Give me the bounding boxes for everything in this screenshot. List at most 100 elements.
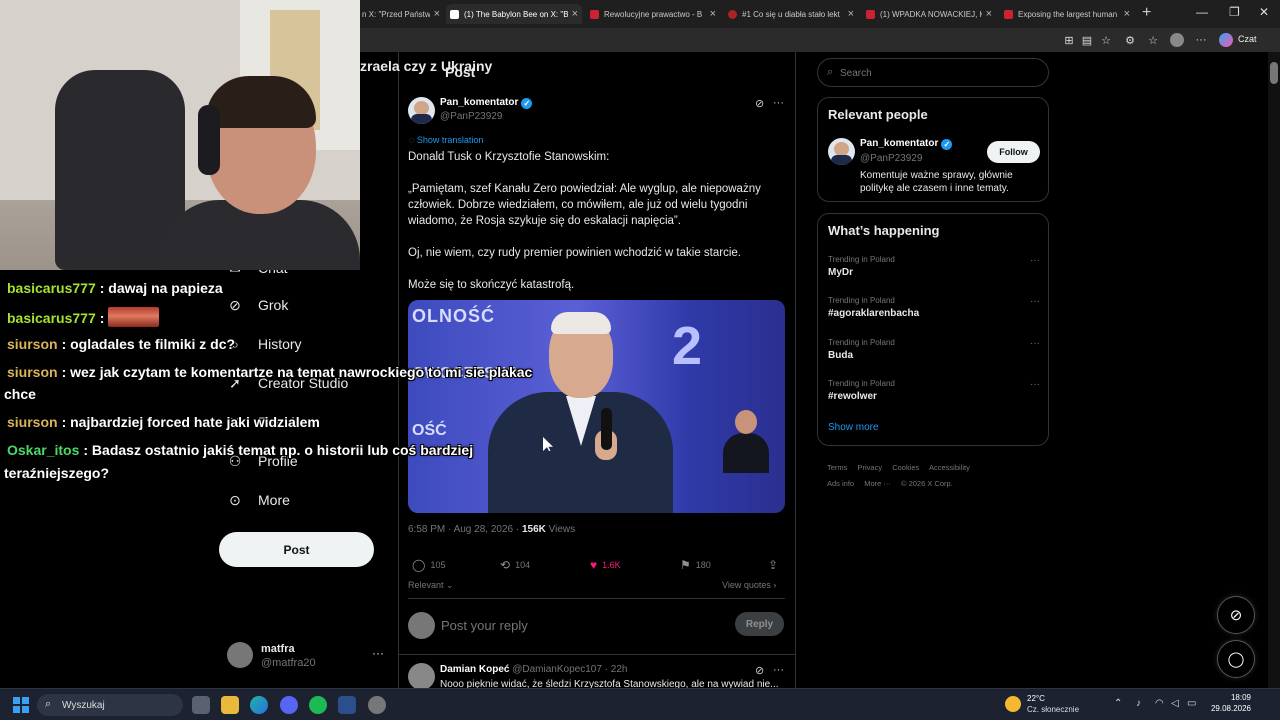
- shield-app-icon[interactable]: [338, 696, 356, 714]
- discord-icon[interactable]: [280, 696, 298, 714]
- trend-item[interactable]: Trending in Poland MyDr ···: [828, 255, 1040, 278]
- share-action[interactable]: ⇪: [768, 558, 783, 572]
- taskbar-search[interactable]: ⌕: [37, 694, 183, 716]
- clock-time[interactable]: 18:09: [1213, 693, 1251, 702]
- trend-item[interactable]: Trending in Poland Buda ···: [828, 338, 1040, 361]
- bookmark-action[interactable]: ⚑ 180: [680, 558, 711, 572]
- split-screen-icon[interactable]: ⊞: [1062, 33, 1076, 47]
- task-view-icon[interactable]: [192, 696, 210, 714]
- collections-icon[interactable]: ☆: [1146, 33, 1160, 47]
- post-button[interactable]: Post: [219, 532, 374, 567]
- more-dots-icon[interactable]: ···: [773, 97, 784, 109]
- wifi-icon[interactable]: ◠: [1155, 698, 1164, 709]
- browser-tab[interactable]: Rewolucyjne prawactwo - B ×: [586, 4, 720, 24]
- tweet-paragraph: Może się to skończyć katastrofą.: [408, 279, 575, 291]
- reply-input[interactable]: [441, 615, 701, 635]
- browser-tab[interactable]: n X: "Przed Państw ×: [358, 4, 444, 24]
- more-dots-icon[interactable]: ···: [372, 646, 384, 660]
- close-tab-icon[interactable]: ×: [986, 8, 992, 20]
- more-dots-icon[interactable]: ···: [773, 664, 784, 676]
- panel-title: Relevant people: [828, 107, 928, 122]
- relevant-person-handle[interactable]: @PanP23929: [860, 153, 922, 164]
- browser-tab[interactable]: (1) WPADKA NOWACKIEJ, Ko ×: [862, 4, 996, 24]
- relevant-person-name[interactable]: Pan_komentator ✓: [860, 138, 953, 150]
- grok-explain-icon[interactable]: ⊘: [755, 664, 764, 677]
- footer-link[interactable]: More ···: [864, 479, 891, 488]
- trend-item[interactable]: Trending in Poland #rewolwer ···: [828, 379, 1040, 402]
- spotify-icon[interactable]: [309, 696, 327, 714]
- tweet-author-avatar[interactable]: [408, 97, 435, 124]
- menu-dots-icon[interactable]: ···: [1194, 33, 1208, 47]
- nav-grok[interactable]: ⊘ Grok: [226, 296, 288, 314]
- tray-chevron-up-icon[interactable]: ⌃: [1114, 698, 1122, 709]
- relevant-person-avatar[interactable]: [828, 138, 855, 165]
- search-input[interactable]: [840, 65, 1040, 81]
- profile-avatar[interactable]: [1170, 33, 1184, 47]
- close-tab-icon[interactable]: ×: [848, 8, 854, 20]
- more-dots-icon[interactable]: ···: [1030, 338, 1040, 349]
- close-tab-icon[interactable]: ×: [434, 8, 440, 20]
- tweet-media-image[interactable]: OLNOŚĆ OWOCZESNO OŚĆ 2: [408, 300, 785, 513]
- avatar-face: [414, 101, 429, 115]
- footer-link[interactable]: Terms: [827, 463, 847, 472]
- youtube-icon: [590, 9, 599, 19]
- volume-icon[interactable]: ◁: [1171, 698, 1179, 709]
- edge-browser-icon[interactable]: [250, 696, 268, 714]
- grok-fab-button[interactable]: ⊘: [1217, 596, 1255, 634]
- close-tab-icon[interactable]: ×: [710, 8, 716, 20]
- more-dots-icon[interactable]: ···: [1030, 379, 1040, 390]
- microphone-icon[interactable]: ♪: [1136, 698, 1141, 709]
- grok-explain-icon[interactable]: ⊘: [755, 97, 764, 110]
- reply-author-avatar[interactable]: [408, 663, 435, 688]
- search-box[interactable]: ⌕: [817, 58, 1049, 87]
- search-icon: ⌕: [827, 66, 834, 78]
- restore-icon[interactable]: ❐: [1229, 5, 1240, 19]
- new-tab-button[interactable]: +: [1142, 4, 1151, 22]
- messages-fab-button[interactable]: ◯: [1217, 640, 1255, 678]
- weather-widget[interactable]: 22°C Cz. słonecznie: [1005, 693, 1085, 717]
- more-dots-icon[interactable]: ···: [1030, 296, 1040, 307]
- windows-start-icon[interactable]: [13, 697, 29, 713]
- favorite-star-icon[interactable]: ☆: [1099, 33, 1113, 47]
- follow-button[interactable]: Follow: [987, 141, 1040, 163]
- extensions-icon[interactable]: ⚙: [1123, 33, 1137, 47]
- battery-icon[interactable]: ▭: [1187, 698, 1196, 709]
- more-dots-icon[interactable]: ···: [1030, 255, 1040, 266]
- reply-author[interactable]: Damian Kopeć @DamianKopec107 · 22h: [440, 664, 627, 675]
- view-quotes-link[interactable]: View quotes ›: [722, 580, 776, 590]
- scrollbar[interactable]: [1268, 52, 1280, 688]
- show-more-link[interactable]: Show more: [828, 422, 879, 433]
- footer-link[interactable]: Accessibility: [929, 463, 970, 472]
- browser-tab[interactable]: Exposing the largest human ×: [1000, 4, 1134, 24]
- file-explorer-icon[interactable]: [221, 696, 239, 714]
- reply-button[interactable]: Reply: [735, 612, 784, 636]
- footer-link[interactable]: Ads info: [827, 479, 854, 488]
- copilot-icon[interactable]: [1219, 33, 1233, 47]
- media-backdrop-text: OŚĆ: [412, 422, 447, 439]
- footer-link[interactable]: Cookies: [892, 463, 919, 472]
- reply-sort-dropdown[interactable]: Relevant ⌄: [408, 580, 454, 591]
- obs-icon[interactable]: [368, 696, 386, 714]
- reading-view-icon[interactable]: ▤: [1080, 33, 1094, 47]
- nav-history[interactable]: ⌕ History: [226, 335, 301, 353]
- browser-tab[interactable]: #1 Co się u diabła stało lekt ×: [724, 4, 858, 24]
- repost-action[interactable]: ⟲ 104: [500, 558, 530, 572]
- scrollbar-thumb[interactable]: [1270, 62, 1278, 84]
- taskbar-search-input[interactable]: [62, 698, 172, 712]
- show-translation-link[interactable]: ◌ Show translation: [409, 135, 483, 145]
- clock-date[interactable]: 29.08.2026: [1202, 704, 1251, 713]
- footer-link[interactable]: Privacy: [858, 463, 883, 472]
- close-tab-icon[interactable]: ×: [1124, 8, 1130, 20]
- nav-more[interactable]: ⊙ More: [226, 491, 290, 509]
- account-switcher[interactable]: matfra @matfra20 ···: [227, 642, 387, 672]
- reply-action[interactable]: ◯ 105: [412, 558, 445, 572]
- copilot-label[interactable]: Czat: [1238, 34, 1257, 44]
- minimize-icon[interactable]: —: [1196, 5, 1208, 19]
- tweet-author-name[interactable]: Pan_komentator ✓: [440, 97, 533, 109]
- close-tab-icon[interactable]: ×: [572, 8, 578, 20]
- close-window-icon[interactable]: ✕: [1259, 5, 1269, 19]
- like-action[interactable]: ♥ 1.6K: [590, 558, 621, 572]
- tweet-author-handle[interactable]: @PanP23929: [440, 111, 502, 122]
- browser-tab-active[interactable]: (1) The Babylon Bee on X: "B ×: [446, 4, 582, 24]
- trend-item[interactable]: Trending in Poland #agoraklarenbacha ···: [828, 296, 1040, 319]
